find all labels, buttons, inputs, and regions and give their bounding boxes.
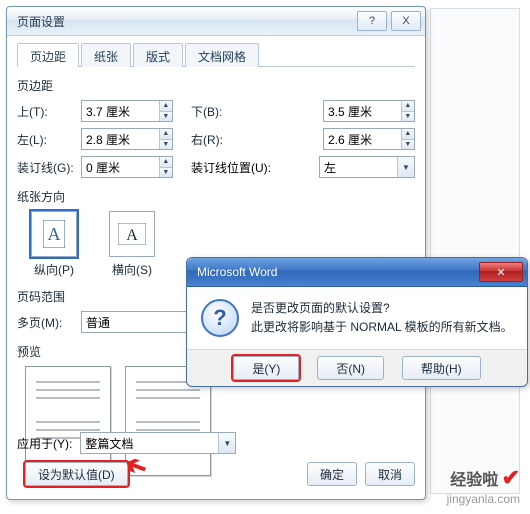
margin-right-value[interactable] [324, 129, 401, 149]
label-apply-to: 应用于(Y): [17, 435, 72, 452]
margin-top-value[interactable] [82, 101, 159, 121]
margin-bottom-input[interactable]: ▲▼ [323, 100, 415, 122]
apply-to-select[interactable]: 整篇文档 ▼ [80, 432, 236, 454]
orientation-portrait-label: 纵向(P) [25, 261, 83, 278]
gutter-value[interactable] [82, 157, 159, 177]
margins-section-title: 页边距 [17, 77, 415, 94]
spin-up-icon[interactable]: ▲ [402, 129, 414, 140]
chevron-down-icon[interactable]: ▼ [397, 157, 414, 177]
spin-down-icon[interactable]: ▼ [160, 140, 172, 150]
label-multi-pages: 多页(M): [17, 314, 81, 331]
tab-document-grid[interactable]: 文档网格 [185, 43, 259, 67]
margin-bottom-value[interactable] [324, 101, 401, 121]
tab-margins[interactable]: 页边距 [17, 43, 79, 67]
tab-layout[interactable]: 版式 [133, 43, 183, 67]
label-right: 右(R): [191, 131, 229, 148]
page-setup-dialog: 页面设置 ? X 页边距 纸张 版式 文档网格 页边距 上(T): ▲▼ 下(B… [6, 6, 426, 500]
right-panel [430, 8, 520, 494]
spin-up-icon[interactable]: ▲ [160, 157, 172, 168]
margin-left-input[interactable]: ▲▼ [81, 128, 173, 150]
label-bottom: 下(B): [191, 103, 229, 120]
label-gutter-pos: 装订线位置(U): [191, 159, 271, 176]
yes-button[interactable]: 是(Y) [233, 356, 299, 380]
help-button[interactable]: 帮助(H) [402, 356, 481, 380]
tab-paper[interactable]: 纸张 [81, 43, 131, 67]
chevron-down-icon[interactable]: ▼ [218, 433, 235, 453]
msgbox-line2: 此更改将影响基于 NORMAL 模板的所有新文档。 [251, 318, 513, 337]
preview-page [25, 366, 111, 476]
spin-down-icon[interactable]: ▼ [160, 168, 172, 178]
margin-right-input[interactable]: ▲▼ [323, 128, 415, 150]
margin-left-value[interactable] [82, 129, 159, 149]
cancel-button[interactable]: 取消 [365, 462, 415, 486]
title-bar[interactable]: 页面设置 ? X [7, 7, 425, 36]
question-icon: ? [201, 299, 239, 337]
dialog-title: 页面设置 [7, 13, 357, 30]
msgbox-text: 是否更改页面的默认设置? 此更改将影响基于 NORMAL 模板的所有新文档。 [251, 299, 513, 337]
gutter-position-select[interactable]: 左 ▼ [319, 156, 415, 178]
label-left: 左(L): [17, 131, 81, 148]
watermark-logo: 经验啦 ✔ jingyanla.com [447, 465, 520, 506]
spin-down-icon[interactable]: ▼ [402, 140, 414, 150]
orientation-portrait[interactable]: A 纵向(P) [25, 211, 83, 278]
spin-down-icon[interactable]: ▼ [160, 112, 172, 122]
label-gutter: 装订线(G): [17, 159, 81, 176]
help-icon[interactable]: ? [357, 11, 387, 31]
msgbox-line1: 是否更改页面的默认设置? [251, 299, 513, 318]
portrait-icon: A [43, 220, 65, 248]
landscape-icon: A [118, 223, 146, 245]
multi-pages-value: 普通 [86, 314, 110, 331]
label-top: 上(T): [17, 103, 81, 120]
spin-up-icon[interactable]: ▲ [160, 101, 172, 112]
orientation-title: 纸张方向 [17, 188, 415, 205]
msgbox-title: Microsoft Word [187, 265, 479, 279]
no-button[interactable]: 否(N) [317, 356, 384, 380]
msgbox-title-bar[interactable]: Microsoft Word ✕ [187, 258, 527, 287]
close-icon[interactable]: ✕ [479, 262, 523, 282]
tabs: 页边距 纸张 版式 文档网格 [17, 42, 415, 67]
orientation-landscape[interactable]: A 横向(S) [103, 211, 161, 278]
watermark-text-zh: 经验啦 [450, 472, 498, 489]
watermark-text-en: jingyanla.com [447, 492, 520, 506]
svg-text:A: A [48, 224, 61, 244]
margin-top-input[interactable]: ▲▼ [81, 100, 173, 122]
svg-text:A: A [126, 227, 138, 244]
spin-down-icon[interactable]: ▼ [402, 112, 414, 122]
apply-to-value: 整篇文档 [85, 435, 133, 452]
gutter-input[interactable]: ▲▼ [81, 156, 173, 178]
spin-up-icon[interactable]: ▲ [160, 129, 172, 140]
set-as-default-button[interactable]: 设为默认值(D) [25, 462, 128, 486]
ok-button[interactable]: 确定 [307, 462, 357, 486]
orientation-landscape-label: 横向(S) [103, 261, 161, 278]
spin-up-icon[interactable]: ▲ [402, 101, 414, 112]
gutter-position-value: 左 [324, 159, 336, 176]
checkmark-icon: ✔ [502, 465, 520, 490]
confirm-dialog: Microsoft Word ✕ ? 是否更改页面的默认设置? 此更改将影响基于… [186, 257, 528, 387]
close-icon[interactable]: X [391, 11, 421, 31]
